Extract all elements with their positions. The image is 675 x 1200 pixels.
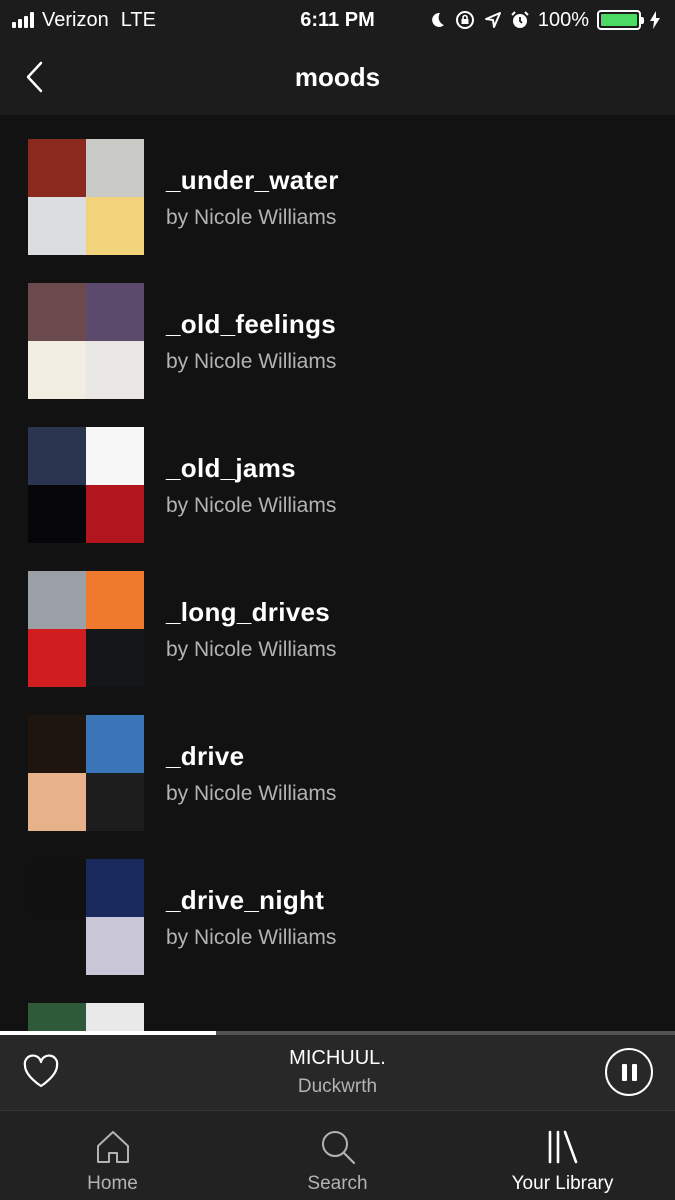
playlist-owner: by Nicole Williams — [166, 493, 337, 517]
library-icon — [548, 1130, 577, 1164]
home-icon — [96, 1131, 129, 1163]
album-art-tile — [28, 859, 86, 917]
playlist-item[interactable]: _drive_nightby Nicole Williams — [28, 859, 336, 975]
playlist-text: _drive_nightby Nicole Williams — [166, 885, 336, 950]
playlist-title: _drive — [166, 740, 245, 771]
playlist-item[interactable] — [28, 1003, 144, 1031]
battery-icon — [597, 10, 644, 30]
playlist-item[interactable]: _old_jamsby Nicole Williams — [28, 427, 336, 543]
pause-button[interactable] — [605, 1048, 653, 1096]
location-icon — [484, 12, 501, 28]
playlist-cover — [28, 571, 144, 687]
album-art-tile — [86, 859, 144, 917]
tab-search[interactable]: Search — [225, 1111, 450, 1200]
charging-icon — [650, 11, 660, 29]
tab-search-label: Search — [307, 1173, 368, 1194]
like-button[interactable] — [22, 1053, 60, 1091]
album-art-tile — [86, 773, 144, 831]
playlist-owner: by Nicole Williams — [166, 925, 337, 949]
network-label: LTE — [120, 8, 156, 31]
now-playing-bar[interactable]: MICHUUL. Duckwrth — [0, 1035, 675, 1110]
album-art-tile — [86, 917, 144, 975]
album-art-tile — [86, 427, 144, 485]
now-playing-artist: Duckwrth — [297, 1076, 378, 1097]
album-art-tile — [28, 283, 86, 341]
playlist-cover — [28, 715, 144, 831]
album-art-tile — [86, 715, 144, 773]
playlist-item[interactable]: _long_drivesby Nicole Williams — [28, 571, 336, 687]
now-playing-info[interactable]: MICHUUL. Duckwrth — [289, 1047, 386, 1098]
album-art-tile — [86, 629, 144, 687]
rotation-lock-icon — [455, 11, 474, 29]
status-right: 100% — [428, 9, 661, 32]
back-button[interactable] — [18, 60, 52, 94]
playlist-text: _long_drivesby Nicole Williams — [166, 597, 336, 662]
playlist-text: _old_jamsby Nicole Williams — [166, 453, 336, 518]
album-art-tile — [28, 1003, 86, 1031]
status-bar: Verizon LTE 6:11 PM 100% — [0, 0, 675, 40]
signal-icon — [12, 12, 34, 28]
album-art-tile — [86, 197, 144, 255]
chevron-left-icon — [26, 61, 43, 93]
playlist-item[interactable]: _under_waterby Nicole Williams — [28, 139, 339, 255]
tab-home[interactable]: Home — [0, 1111, 225, 1200]
playlist-list[interactable]: _under_water by Nicole Williams _old_feeli… — [0, 115, 675, 1031]
heart-icon — [23, 1054, 59, 1088]
playlist-owner: by Nicole Williams — [166, 349, 337, 373]
now-playing-title: MICHUUL. — [289, 1047, 386, 1069]
playlist-cover — [28, 1003, 144, 1031]
tab-your-library-label: Your Library — [511, 1173, 614, 1194]
playlist-title: _old_jams — [166, 452, 296, 483]
album-art-tile — [28, 485, 86, 543]
playlist-cover — [28, 139, 144, 255]
playlist-text: _under_waterby Nicole Williams — [166, 165, 339, 230]
alarm-icon — [511, 11, 529, 28]
playlist-text: _driveby Nicole Williams — [166, 741, 336, 806]
tab-home-label: Home — [87, 1173, 138, 1194]
playlist-text: _old_feelingsby Nicole Williams — [166, 309, 336, 374]
playlist-title: _long_drives — [166, 596, 330, 627]
playlist-title: _drive_night — [166, 884, 325, 915]
playlist-cover — [28, 283, 144, 399]
tab-bar: Home Search Your Library — [0, 1110, 675, 1200]
album-art-tile — [28, 139, 86, 197]
playlist-owner: by Nicole Williams — [166, 205, 337, 229]
album-art-tile — [28, 197, 86, 255]
album-art-tile — [28, 571, 86, 629]
album-art-tile — [28, 629, 86, 687]
playlist-owner: by Nicole Williams — [166, 637, 337, 661]
header: moods — [0, 40, 675, 115]
playlist-title: _old_feelings — [166, 308, 337, 339]
tab-your-library[interactable]: Your Library — [450, 1111, 675, 1200]
battery-level — [601, 14, 637, 26]
playlist-title: _under_water — [166, 164, 339, 195]
page-title: moods — [294, 62, 381, 92]
playlist-cover — [28, 859, 144, 975]
album-art-tile — [86, 485, 144, 543]
pause-icon — [621, 1063, 627, 1081]
status-left: Verizon LTE — [12, 9, 156, 32]
album-art-tile — [28, 341, 86, 399]
album-art-tile — [86, 139, 144, 197]
playlist-cover — [28, 427, 144, 543]
playlist-owner: by Nicole Williams — [166, 781, 337, 805]
album-art-tile — [86, 341, 144, 399]
album-art-tile — [28, 773, 86, 831]
battery-percent: 100% — [537, 8, 589, 31]
moon-icon — [431, 12, 444, 27]
album-art-tile — [86, 1003, 144, 1031]
album-art-tile — [86, 571, 144, 629]
album-art-tile — [28, 715, 86, 773]
playlist-item[interactable]: _driveby Nicole Williams — [28, 715, 336, 831]
album-art-tile — [28, 917, 86, 975]
album-art-tile — [86, 283, 144, 341]
album-art-tile — [28, 427, 86, 485]
carrier-label: Verizon — [42, 8, 109, 31]
search-icon — [321, 1131, 355, 1165]
playlist-item[interactable]: _old_feelingsby Nicole Williams — [28, 283, 336, 399]
